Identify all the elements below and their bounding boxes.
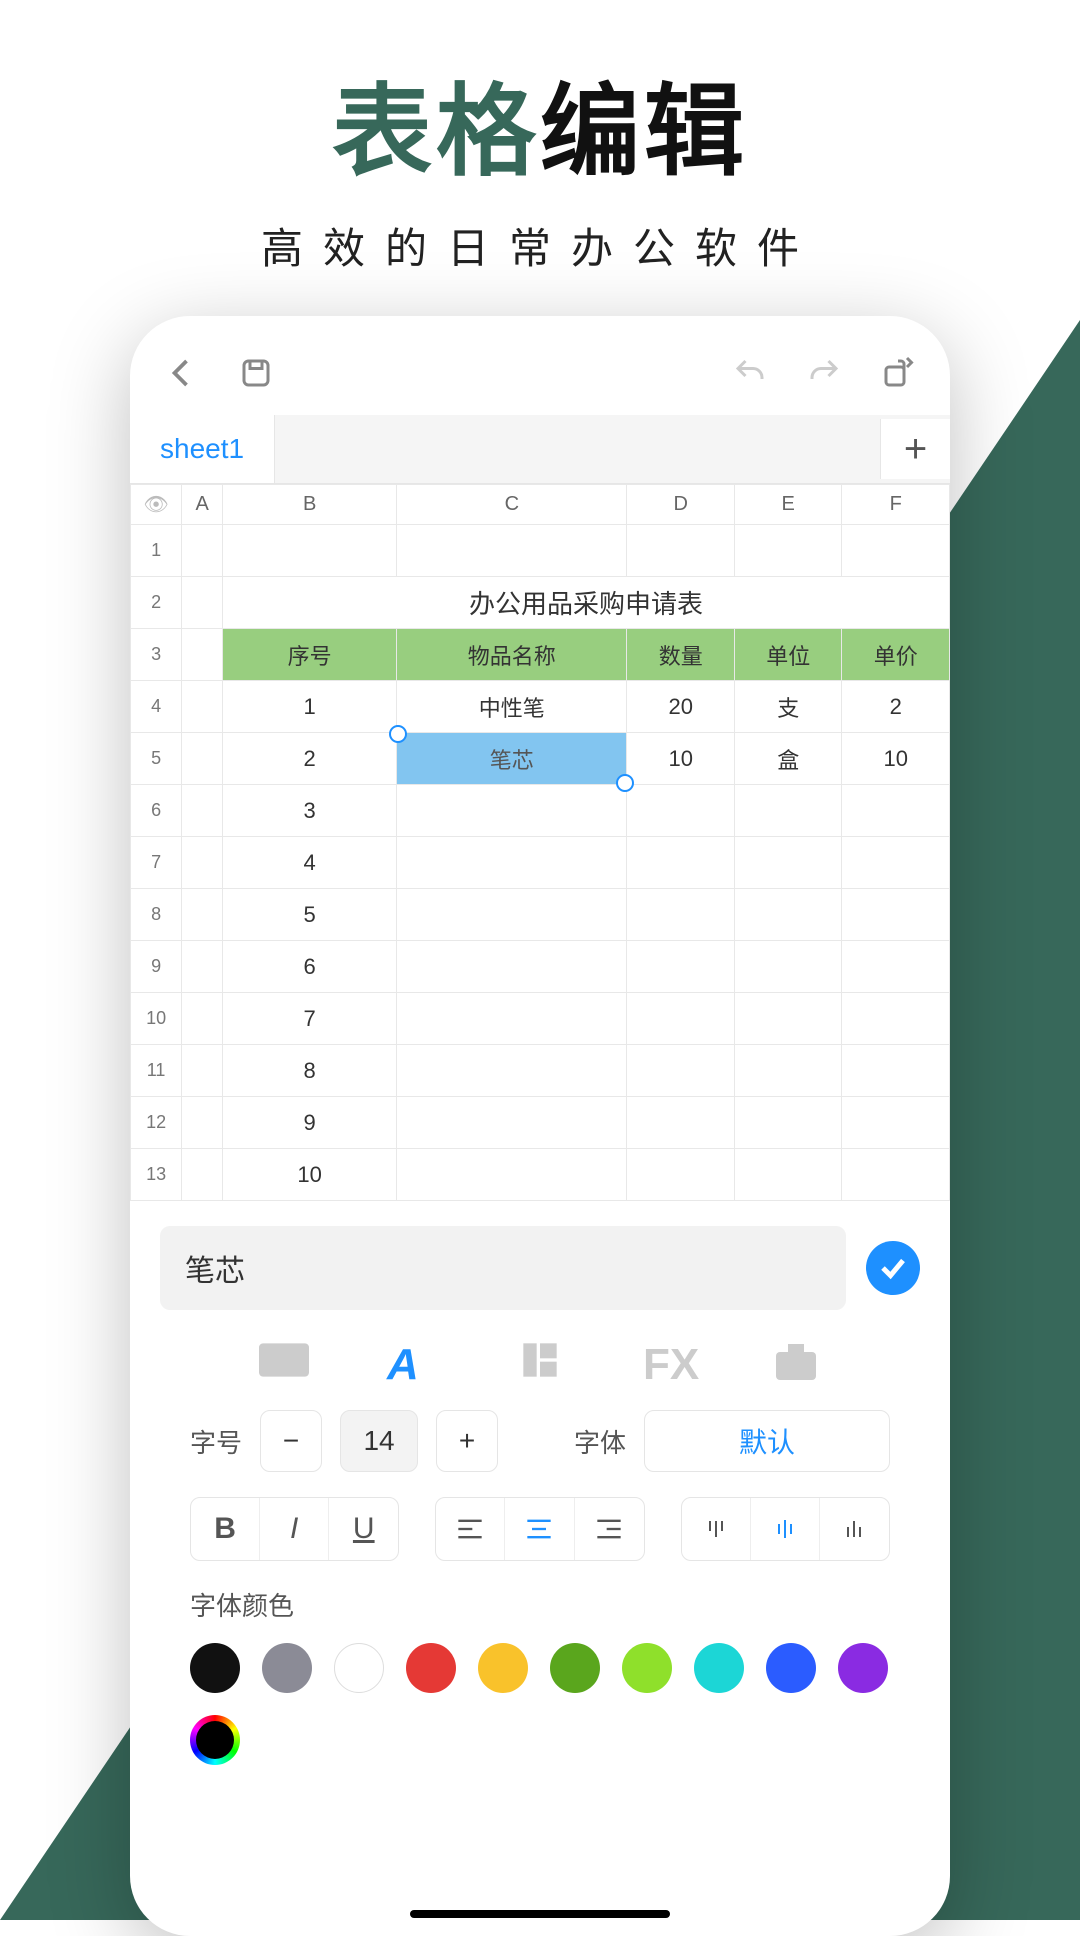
hdr-unit[interactable]: 单位 [734, 629, 841, 681]
col-header-b[interactable]: B [223, 485, 397, 525]
top-toolbar [130, 316, 950, 415]
align-left-button[interactable] [436, 1498, 505, 1560]
color-swatch-green[interactable] [550, 1643, 600, 1693]
col-header-c[interactable]: C [397, 485, 627, 525]
italic-button[interactable]: I [260, 1498, 329, 1560]
row-5[interactable]: 5 2 笔芯 10 盒 10 [131, 733, 950, 785]
spreadsheet-grid[interactable]: 👁 A B C D E F 1 2办公用品采购申请表 3 序号 物品名称 数量 … [130, 484, 950, 1201]
add-sheet-button[interactable]: + [880, 419, 950, 479]
font-family-select[interactable]: 默认 [644, 1410, 890, 1472]
h-align-group [435, 1497, 644, 1561]
row-13[interactable]: 1310 [131, 1149, 950, 1201]
align-center-button[interactable] [505, 1498, 574, 1560]
color-swatch-purple[interactable] [838, 1643, 888, 1693]
sheet-title-cell[interactable]: 办公用品采购申请表 [223, 577, 950, 629]
undo-button[interactable] [728, 351, 772, 395]
phone-frame: sheet1 + 👁 A B C D E F 1 2办公用品采购申请表 [130, 316, 950, 1936]
col-header-e[interactable]: E [734, 485, 841, 525]
font-color-label: 字体颜色 [190, 1586, 890, 1623]
confirm-button[interactable] [866, 1241, 920, 1295]
selected-cell[interactable]: 笔芯 [397, 733, 627, 785]
font-size-label: 字号 [190, 1423, 242, 1460]
color-swatch-cyan[interactable] [694, 1643, 744, 1693]
color-swatch-gray[interactable] [262, 1643, 312, 1693]
col-header-a[interactable]: A [182, 485, 223, 525]
col-header-f[interactable]: F [842, 485, 950, 525]
font-size-value[interactable]: 14 [340, 1410, 418, 1472]
headline-part1: 表格 [332, 76, 540, 188]
color-swatch-lime[interactable] [622, 1643, 672, 1693]
sheet-tab-1[interactable]: sheet1 [130, 415, 275, 483]
color-swatch-white[interactable] [334, 1643, 384, 1693]
mode-layout[interactable] [515, 1340, 565, 1380]
text-style-group: B I U [190, 1497, 399, 1561]
row-12[interactable]: 129 [131, 1097, 950, 1149]
hdr-seq[interactable]: 序号 [223, 629, 397, 681]
valign-bottom-button[interactable] [820, 1498, 889, 1560]
bold-button[interactable]: B [191, 1498, 260, 1560]
color-swatch-yellow[interactable] [478, 1643, 528, 1693]
marketing-headline: 表格编辑 高效的日常办公软件 [0, 0, 1080, 276]
color-picker-button[interactable] [190, 1715, 240, 1765]
mode-function[interactable]: FX [643, 1340, 693, 1380]
row-7[interactable]: 74 [131, 837, 950, 889]
row-3[interactable]: 3 序号 物品名称 数量 单位 单价 [131, 629, 950, 681]
valign-top-button[interactable] [682, 1498, 751, 1560]
mode-keyboard[interactable] [259, 1340, 309, 1380]
hdr-price[interactable]: 单价 [842, 629, 950, 681]
sheet-tabs: sheet1 + [130, 415, 950, 484]
text-format-panel: 字号 − 14 + 字体 默认 B I U [160, 1400, 920, 1795]
headline-sub: 高效的日常办公软件 [0, 215, 1080, 276]
align-right-button[interactable] [575, 1498, 644, 1560]
row-9[interactable]: 96 [131, 941, 950, 993]
row-1[interactable]: 1 [131, 525, 950, 577]
underline-button[interactable]: U [329, 1498, 398, 1560]
share-button[interactable] [876, 351, 920, 395]
redo-button[interactable] [802, 351, 846, 395]
row-8[interactable]: 85 [131, 889, 950, 941]
headline-part2: 编辑 [540, 76, 748, 188]
cell-editor-panel: 笔芯 A FX 字号 − [130, 1201, 950, 1805]
editor-mode-tabs: A FX [160, 1310, 920, 1400]
v-align-group [681, 1497, 890, 1561]
valign-middle-button[interactable] [751, 1498, 820, 1560]
hdr-qty[interactable]: 数量 [627, 629, 734, 681]
row-11[interactable]: 118 [131, 1045, 950, 1097]
color-swatches [190, 1643, 890, 1765]
font-size-increase[interactable]: + [436, 1410, 498, 1472]
mode-text-format[interactable]: A [387, 1340, 437, 1380]
row-4[interactable]: 4 1 中性笔 20 支 2 [131, 681, 950, 733]
color-swatch-black[interactable] [190, 1643, 240, 1693]
cell-edit-input[interactable]: 笔芯 [160, 1226, 846, 1310]
visibility-toggle[interactable]: 👁 [131, 485, 182, 525]
save-button[interactable] [234, 351, 278, 395]
color-swatch-red[interactable] [406, 1643, 456, 1693]
row-10[interactable]: 107 [131, 993, 950, 1045]
row-6[interactable]: 63 [131, 785, 950, 837]
hdr-name[interactable]: 物品名称 [397, 629, 627, 681]
column-header-row: 👁 A B C D E F [131, 485, 950, 525]
font-family-label: 字体 [574, 1423, 626, 1460]
row-2[interactable]: 2办公用品采购申请表 [131, 577, 950, 629]
back-button[interactable] [160, 351, 204, 395]
color-swatch-blue[interactable] [766, 1643, 816, 1693]
mode-tools[interactable] [771, 1340, 821, 1380]
font-size-decrease[interactable]: − [260, 1410, 322, 1472]
col-header-d[interactable]: D [627, 485, 734, 525]
home-indicator [410, 1910, 670, 1918]
